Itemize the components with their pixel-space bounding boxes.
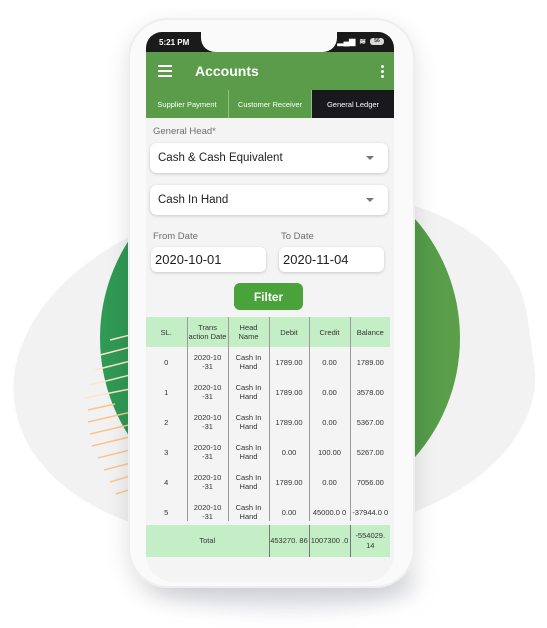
cell-debit: 1789.00 <box>269 347 310 377</box>
cell-balance: 7056.00 <box>356 477 384 487</box>
header-balance: Balance <box>350 317 390 347</box>
cell-sl: 2 <box>146 407 188 437</box>
cell-date: 2020-10 -31 <box>187 437 229 467</box>
cell-debit: 1789.00 <box>269 377 310 407</box>
cell-credit: 0.00 <box>309 377 351 407</box>
tab-general-ledger[interactable]: General Ledger <box>312 90 394 118</box>
general-head-value: Cash & Cash Equivalent <box>158 152 283 164</box>
header-sl: SL. <box>146 317 188 347</box>
table-row: 0 2020-10 -31 Cash In Hand 1789.00 0.00 1789.… <box>146 347 390 377</box>
cell-debit: 1789.00 <box>269 407 310 437</box>
notch <box>201 32 337 52</box>
status-bar: 5:21 PM ▂▄▆ ≋ 56 <box>146 32 394 52</box>
cell-balance: 5267.00 <box>356 447 384 457</box>
cell-debit: 0.00 <box>269 497 310 521</box>
totals-row: Total 453270. 86 1007300 .0 -554029. 14 <box>146 525 390 557</box>
header-credit: Credit <box>309 317 351 347</box>
chevron-down-icon <box>366 198 374 202</box>
cell-date: 2020-10 -31 <box>187 467 229 497</box>
cell-sl: 0 <box>146 347 188 377</box>
sub-head-select[interactable]: Cash In Hand <box>150 185 388 215</box>
cell-credit: 100.00 <box>309 437 351 467</box>
from-date-value: 2020-10-01 <box>155 252 222 267</box>
cell-head-name: Cash In Hand <box>228 407 270 437</box>
page-title: Accounts <box>195 63 259 79</box>
cell-head-name: Cash In Hand <box>228 377 270 407</box>
general-head-label: General Head* <box>153 126 216 137</box>
cell-credit: 45000.0 0 <box>309 497 351 521</box>
totals-label: Total <box>146 525 270 557</box>
cell-sl: 3 <box>146 437 188 467</box>
cell-date: 2020-10 -31 <box>187 347 229 377</box>
general-head-select[interactable]: Cash & Cash Equivalent <box>150 143 388 173</box>
hamburger-menu-icon[interactable] <box>158 65 172 77</box>
tab-customer-receiver[interactable]: Customer Receiver <box>229 90 312 118</box>
table-row: 4 2020-10 -31 Cash In Hand 1789.00 0.00 7056.… <box>146 467 390 497</box>
phone-screen: 5:21 PM ▂▄▆ ≋ 56 Accounts Supplier Payme… <box>146 32 394 582</box>
ledger-table-scroll[interactable]: SL. Trans action Date Head Name Debit Cr… <box>146 317 390 521</box>
status-time: 5:21 PM <box>159 38 190 47</box>
table-row: 5 2020-10 -31 Cash In Hand 0.00 45000.0 0 -37… <box>146 497 390 521</box>
cell-head-name: Cash In Hand <box>228 347 270 377</box>
battery-icon: 56 <box>370 38 384 45</box>
cell-debit: 0.00 <box>269 437 310 467</box>
cell-head-name: Cash In Hand <box>228 497 270 521</box>
table-row: 3 2020-10 -31 Cash In Hand 0.00 100.00 5267.0… <box>146 437 390 467</box>
to-date-label: To Date <box>281 231 314 242</box>
table-row: 1 2020-10 -31 Cash In Hand 1789.00 0.00 3578.… <box>146 377 390 407</box>
table-header-row: SL. Trans action Date Head Name Debit Cr… <box>146 317 390 347</box>
table-row: 2 2020-10 -31 Cash In Hand 1789.00 0.00 5367.… <box>146 407 390 437</box>
cell-credit: 0.00 <box>309 467 351 497</box>
cell-balance: 1789.00 <box>356 357 384 367</box>
cell-balance: -37944.0 0 <box>352 507 389 517</box>
cell-debit: 1789.00 <box>269 467 310 497</box>
cell-credit: 0.00 <box>309 347 351 377</box>
cell-balance: 5367.00 <box>356 417 384 427</box>
filter-button[interactable]: Filter <box>234 283 303 310</box>
header-head-name: Head Name <box>228 317 270 347</box>
cell-date: 2020-10 -31 <box>187 497 229 521</box>
sub-head-value: Cash In Hand <box>158 194 229 206</box>
cell-sl: 4 <box>146 467 188 497</box>
totals-table: Total 453270. 86 1007300 .0 -554029. 14 <box>146 525 390 557</box>
cell-date: 2020-10 -31 <box>187 407 229 437</box>
cell-date: 2020-10 -31 <box>187 377 229 407</box>
totals-balance: -554029. 14 <box>350 525 390 557</box>
wifi-icon: ≋ <box>359 37 366 46</box>
cell-credit: 0.00 <box>309 407 351 437</box>
more-options-icon[interactable] <box>381 65 384 78</box>
to-date-value: 2020-11-04 <box>283 252 349 267</box>
header-debit: Debit <box>269 317 310 347</box>
cell-balance: 3578.00 <box>356 387 384 397</box>
cell-head-name: Cash In Hand <box>228 437 270 467</box>
to-date-input[interactable]: 2020-11-04 <box>279 247 384 272</box>
totals-debit: 453270. 86 <box>269 525 310 557</box>
header-transaction-date: Trans action Date <box>187 317 229 347</box>
cell-head-name: Cash In Hand <box>228 467 270 497</box>
app-bar: Accounts <box>146 52 394 90</box>
chevron-down-icon <box>366 156 374 160</box>
tab-bar: Supplier Payment Customer Receiver Gener… <box>146 90 394 118</box>
ledger-table: SL. Trans action Date Head Name Debit Cr… <box>146 317 390 521</box>
signal-icon: ▂▄▆ <box>337 37 356 46</box>
from-date-label: From Date <box>153 231 198 242</box>
tab-supplier-payment[interactable]: Supplier Payment <box>146 90 229 118</box>
cell-sl: 1 <box>146 377 188 407</box>
totals-credit: 1007300 .0 <box>309 525 351 557</box>
from-date-input[interactable]: 2020-10-01 <box>151 247 266 272</box>
cell-sl: 5 <box>146 497 188 521</box>
